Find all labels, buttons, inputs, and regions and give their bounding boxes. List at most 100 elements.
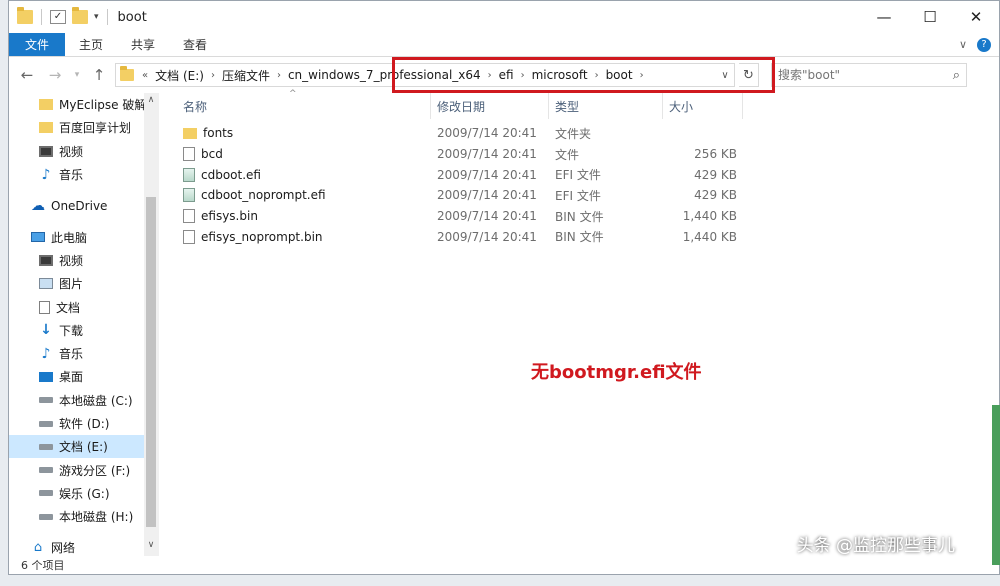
- sidebar-item-drive-h[interactable]: 本地磁盘 (H:): [9, 505, 158, 528]
- sidebar-item-myeclipse[interactable]: MyEclipse 破解: [9, 93, 158, 116]
- file-icon: [183, 209, 195, 224]
- sidebar-item-documents[interactable]: 文档: [9, 295, 158, 318]
- sidebar-item-drive-g[interactable]: 娱乐 (G:): [9, 482, 158, 505]
- scroll-down-arrow[interactable]: ∨: [144, 540, 158, 554]
- tab-file[interactable]: 文件: [9, 33, 66, 56]
- chevron-right-icon[interactable]: ›: [486, 70, 494, 81]
- drive-icon: [39, 467, 53, 474]
- address-dropdown-icon[interactable]: ∨: [716, 70, 734, 81]
- sidebar-item-drive-d[interactable]: 软件 (D:): [9, 412, 158, 435]
- tab-share[interactable]: 共享: [117, 33, 169, 56]
- sidebar-item-label: 本地磁盘 (H:): [59, 510, 134, 525]
- search-input[interactable]: [778, 68, 953, 82]
- file-row[interactable]: cdboot.efi 2009/7/14 20:41 EFI 文件 429 KB: [177, 164, 999, 185]
- sidebar-item-downloads[interactable]: ↓ 下载: [9, 319, 158, 342]
- new-folder-icon[interactable]: [72, 7, 88, 24]
- scrollbar-thumb[interactable]: [146, 197, 156, 527]
- sidebar-item-desktop[interactable]: 桌面: [9, 365, 158, 388]
- file-size: 429 KB: [694, 188, 737, 203]
- sidebar-item-pictures[interactable]: 图片: [9, 272, 158, 295]
- efi-file-icon: [183, 167, 195, 182]
- forward-button[interactable]: →: [43, 63, 67, 87]
- sidebar-item-drive-f[interactable]: 游戏分区 (F:): [9, 458, 158, 481]
- help-icon[interactable]: ?: [977, 37, 991, 52]
- video-icon: [39, 145, 53, 157]
- sidebar-item-label: 软件 (D:): [59, 417, 110, 431]
- pc-icon: [31, 232, 45, 243]
- file-name: fonts: [203, 126, 234, 141]
- music-icon: ♪: [41, 345, 51, 362]
- file-row[interactable]: efisys_noprompt.bin 2009/7/14 20:41 BIN …: [177, 226, 999, 247]
- breadcrumb-item[interactable]: microsoft: [527, 68, 593, 82]
- tab-view[interactable]: 查看: [169, 33, 221, 56]
- minimize-button[interactable]: —: [861, 1, 907, 33]
- properties-icon[interactable]: ✓: [50, 10, 66, 24]
- address-bar[interactable]: « 文档 (E:) › 压缩文件 › cn_windows_7_professi…: [115, 57, 775, 93]
- breadcrumb-item[interactable]: boot: [601, 68, 638, 82]
- sidebar-item-videos-quick[interactable]: 视频: [9, 140, 158, 163]
- search-icon[interactable]: ⌕: [953, 68, 960, 83]
- onedrive-icon: ☁: [31, 197, 45, 214]
- explorer-window: ✓ ▾ boot — ☐ ✕ 文件 主页 共享 查看 ∨ ? ← → ▾ ↑ «…: [8, 0, 1000, 575]
- folder-icon: [17, 7, 33, 24]
- chevron-right-icon[interactable]: ›: [275, 70, 283, 81]
- customize-toolbar-icon[interactable]: ▾: [94, 12, 99, 22]
- file-date: 2009/7/14 20:41: [437, 167, 537, 182]
- file-name: efisys_noprompt.bin: [201, 229, 323, 244]
- scroll-up-arrow[interactable]: ∧: [144, 95, 158, 109]
- expand-ribbon-icon[interactable]: ∨: [959, 38, 967, 51]
- column-header-size[interactable]: 大小: [663, 93, 743, 119]
- desktop-icon: [39, 371, 53, 382]
- file-row[interactable]: fonts 2009/7/14 20:41 文件夹: [177, 123, 999, 144]
- sidebar-item-drive-e[interactable]: 文档 (E:): [9, 435, 158, 459]
- sidebar-item-music[interactable]: ♪ 音乐: [9, 342, 158, 365]
- file-row[interactable]: cdboot_noprompt.efi 2009/7/14 20:41 EFI …: [177, 185, 999, 206]
- sidebar-item-label: 网络: [51, 541, 76, 556]
- column-header-type[interactable]: 类型: [549, 93, 663, 119]
- title-bar: ✓ ▾ boot — ☐ ✕: [9, 1, 999, 33]
- file-row[interactable]: bcd 2009/7/14 20:41 文件 256 KB: [177, 144, 999, 165]
- tab-home[interactable]: 主页: [65, 33, 117, 56]
- file-row[interactable]: efisys.bin 2009/7/14 20:41 BIN 文件 1,440 …: [177, 206, 999, 227]
- quick-access-toolbar: ✓ ▾: [9, 7, 110, 25]
- maximize-button[interactable]: ☐: [907, 1, 953, 33]
- file-size: 256 KB: [694, 147, 737, 162]
- sidebar-item-label: MyEclipse 破解: [59, 98, 147, 113]
- file-date: 2009/7/14 20:41: [437, 126, 537, 141]
- sidebar-item-baidu[interactable]: 百度回享计划: [9, 116, 158, 139]
- back-button[interactable]: ←: [15, 63, 39, 87]
- chevron-right-icon[interactable]: ›: [519, 70, 527, 81]
- sidebar-item-label: 娱乐 (G:): [59, 486, 110, 501]
- column-header-date[interactable]: 修改日期: [431, 93, 549, 119]
- drive-icon: [39, 420, 53, 427]
- file-type: BIN 文件: [555, 209, 604, 224]
- status-bar: 6 个项目: [9, 556, 999, 574]
- breadcrumb-item[interactable]: 压缩文件: [217, 67, 275, 84]
- close-button[interactable]: ✕: [953, 1, 999, 33]
- breadcrumb-item[interactable]: cn_windows_7_professional_x64: [283, 68, 486, 82]
- recent-locations-button[interactable]: ▾: [71, 63, 83, 87]
- up-button[interactable]: ↑: [87, 63, 111, 87]
- sidebar-item-videos[interactable]: 视频: [9, 249, 158, 272]
- chevron-right-icon[interactable]: ›: [638, 70, 646, 81]
- sidebar-item-music-quick[interactable]: ♪ 音乐: [9, 163, 158, 186]
- file-icon: [183, 229, 195, 244]
- sidebar-item-this-pc[interactable]: 此电脑: [9, 225, 158, 248]
- file-name: bcd: [201, 147, 223, 162]
- sidebar-item-drive-c[interactable]: 本地磁盘 (C:): [9, 389, 158, 412]
- sidebar-scrollbar[interactable]: ∧ ∨: [144, 93, 158, 556]
- column-header-name[interactable]: 名称: [177, 93, 431, 119]
- sidebar-item-onedrive[interactable]: ☁ OneDrive: [9, 194, 158, 217]
- sidebar-item-label: 游戏分区 (F:): [59, 463, 131, 478]
- item-count: 6 个项目: [21, 559, 65, 572]
- file-date: 2009/7/14 20:41: [437, 188, 537, 203]
- file-type: 文件: [555, 147, 580, 162]
- chevron-right-icon[interactable]: ›: [209, 70, 217, 81]
- search-box[interactable]: ⌕: [771, 63, 967, 87]
- overflow-crumbs-button[interactable]: «: [140, 70, 150, 81]
- sidebar-item-label: 音乐: [59, 168, 84, 183]
- breadcrumb-item[interactable]: 文档 (E:): [150, 67, 209, 84]
- chevron-right-icon[interactable]: ›: [593, 70, 601, 81]
- breadcrumb-item[interactable]: efi: [494, 68, 519, 82]
- refresh-button[interactable]: ↻: [739, 63, 759, 87]
